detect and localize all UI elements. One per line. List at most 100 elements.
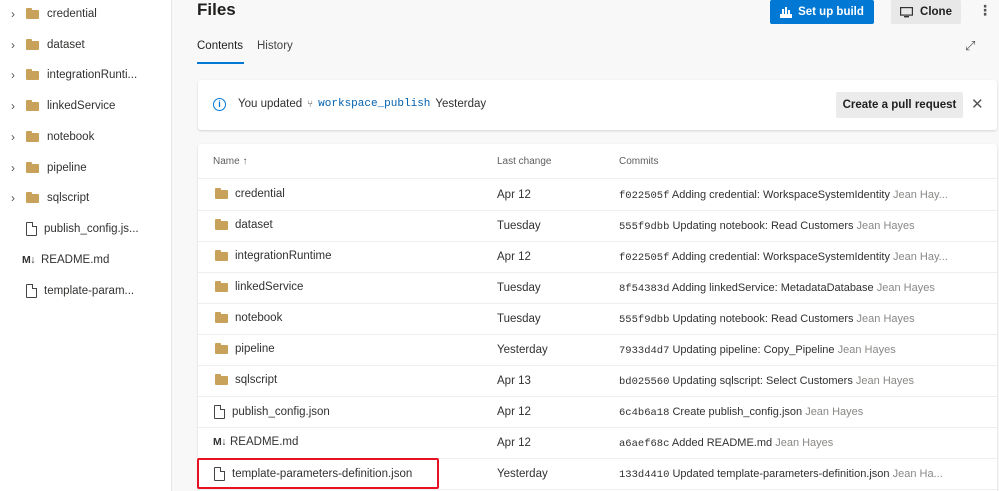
commit-author: Jean Hayes: [805, 406, 864, 418]
chevron-right-icon[interactable]: ›: [6, 68, 20, 82]
chevron-right-icon[interactable]: ›: [6, 99, 20, 113]
commit-info: f022505f Adding credential: WorkspaceSys…: [619, 251, 989, 264]
tree-item-integrationruntime[interactable]: › integrationRunti...: [0, 63, 170, 87]
file-icon: [214, 405, 225, 419]
commit-sha[interactable]: f022505f: [619, 190, 669, 202]
banner-suffix: Yesterday: [435, 98, 487, 110]
file-tree-sidebar: › credential › dataset › integrationRunt…: [0, 0, 172, 491]
chevron-right-icon[interactable]: ›: [6, 161, 20, 175]
page-title: Files: [197, 0, 236, 19]
commit-message: Added README.md: [671, 437, 773, 449]
last-change: Apr 12: [497, 437, 531, 449]
more-icon[interactable]: ⋮: [978, 2, 992, 19]
branch-icon: ⑂: [307, 98, 314, 110]
tree-item-sqlscript[interactable]: › sqlscript: [0, 186, 170, 210]
commit-info: 555f9dbb Updating notebook: Read Custome…: [619, 220, 989, 233]
create-pull-request-button[interactable]: Create a pull request: [836, 92, 963, 118]
commit-info: bd025560 Updating sqlscript: Select Cust…: [619, 375, 989, 388]
commit-author: Jean Hayes: [855, 375, 914, 387]
table-row[interactable]: sqlscript Apr 13 bd025560 Updating sqlsc…: [198, 366, 997, 397]
set-up-build-label: Set up build: [798, 6, 864, 18]
tree-item-label: pipeline: [47, 162, 87, 174]
tab-history[interactable]: History: [257, 40, 293, 52]
tree-item-label: sqlscript: [47, 192, 90, 204]
file-name[interactable]: notebook: [235, 312, 282, 324]
set-up-build-button[interactable]: Set up build: [770, 0, 874, 24]
file-name[interactable]: README.md: [230, 436, 298, 448]
tree-item-readme[interactable]: M↓ README.md: [0, 248, 170, 272]
commit-author: Jean Hayes: [876, 282, 935, 294]
banner-branch-link[interactable]: workspace_publish: [318, 98, 430, 110]
tree-item-notebook[interactable]: › notebook: [0, 125, 170, 149]
tree-item-label: credential: [47, 8, 97, 20]
column-header-name[interactable]: Name ↑: [213, 156, 247, 167]
commit-sha[interactable]: 555f9dbb: [619, 221, 669, 233]
last-change: Yesterday: [497, 344, 548, 356]
commit-sha[interactable]: 6c4b6a18: [619, 407, 669, 419]
tree-item-pipeline[interactable]: › pipeline: [0, 156, 170, 180]
commit-sha[interactable]: bd025560: [619, 376, 669, 388]
file-name[interactable]: credential: [235, 188, 285, 200]
tree-item-dataset[interactable]: › dataset: [0, 33, 170, 57]
folder-icon: [26, 99, 39, 111]
table-row[interactable]: notebook Tuesday 555f9dbb Updating noteb…: [198, 304, 997, 335]
tree-item-label: publish_config.js...: [44, 223, 139, 235]
commit-sha[interactable]: a6aef68c: [619, 438, 669, 450]
commit-sha[interactable]: 555f9dbb: [619, 314, 669, 326]
tree-item-publish-config[interactable]: publish_config.js...: [0, 217, 170, 241]
folder-icon: [215, 342, 228, 354]
last-change: Apr 12: [497, 251, 531, 263]
folder-icon: [26, 191, 39, 203]
tree-item-template-params[interactable]: template-param...: [0, 279, 170, 303]
file-name[interactable]: linkedService: [235, 281, 303, 293]
table-row[interactable]: pipeline Yesterday 7933d4d7 Updating pip…: [198, 335, 997, 366]
commit-info: f022505f Adding credential: WorkspaceSys…: [619, 189, 989, 202]
tree-item-label: dataset: [47, 39, 85, 51]
update-banner: i You updated ⑂ workspace_publish Yester…: [198, 80, 997, 130]
commit-author: Jean Hayes: [856, 220, 915, 232]
folder-icon: [26, 38, 39, 50]
file-name[interactable]: dataset: [235, 219, 273, 231]
close-icon[interactable]: ✕: [971, 95, 984, 113]
tab-contents[interactable]: Contents: [197, 40, 243, 52]
file-name[interactable]: integrationRuntime: [235, 250, 332, 262]
last-change: Apr 13: [497, 375, 531, 387]
last-change: Tuesday: [497, 282, 541, 294]
file-icon: [26, 284, 37, 298]
chevron-right-icon[interactable]: ›: [6, 7, 20, 21]
expand-icon[interactable]: ⤢: [965, 38, 975, 54]
tree-item-linkedservice[interactable]: › linkedService: [0, 94, 170, 118]
clone-button[interactable]: Clone: [891, 0, 961, 24]
table-row[interactable]: publish_config.json Apr 12 6c4b6a18 Crea…: [198, 397, 997, 428]
commit-sha[interactable]: 133d4410: [619, 469, 669, 481]
table-row[interactable]: integrationRuntime Apr 12 f022505f Addin…: [198, 242, 997, 273]
folder-icon: [26, 68, 39, 80]
commit-message: Create publish_config.json: [672, 406, 803, 418]
last-change: Tuesday: [497, 220, 541, 232]
info-icon: i: [213, 98, 226, 111]
commit-sha[interactable]: f022505f: [619, 252, 669, 264]
chevron-right-icon[interactable]: ›: [6, 191, 20, 205]
table-row[interactable]: M↓ README.md Apr 12 a6aef68c Added README…: [198, 428, 997, 459]
commit-info: 6c4b6a18 Create publish_config.json Jean…: [619, 406, 989, 419]
folder-icon: [26, 161, 39, 173]
commit-author: Jean Hay...: [893, 251, 948, 263]
column-header-last-change: Last change: [497, 156, 552, 167]
commit-author: Jean Hayes: [837, 344, 896, 356]
file-name[interactable]: sqlscript: [235, 374, 277, 386]
table-row[interactable]: linkedService Tuesday 8f54383d Adding li…: [198, 273, 997, 304]
table-row[interactable]: credential Apr 12 f022505f Adding creden…: [198, 180, 997, 211]
folder-icon: [215, 311, 228, 323]
chevron-right-icon[interactable]: ›: [6, 38, 20, 52]
folder-icon: [215, 218, 228, 230]
commit-info: 133d4410 Updated template-parameters-def…: [619, 468, 989, 481]
file-name[interactable]: pipeline: [235, 343, 275, 355]
commit-sha[interactable]: 7933d4d7: [619, 345, 669, 357]
commit-sha[interactable]: 8f54383d: [619, 283, 669, 295]
chevron-right-icon[interactable]: ›: [6, 130, 20, 144]
markdown-icon: M↓: [22, 254, 36, 266]
file-name[interactable]: publish_config.json: [232, 406, 330, 418]
table-row[interactable]: dataset Tuesday 555f9dbb Updating notebo…: [198, 211, 997, 242]
last-change: Apr 12: [497, 189, 531, 201]
tree-item-credential[interactable]: › credential: [0, 2, 170, 26]
